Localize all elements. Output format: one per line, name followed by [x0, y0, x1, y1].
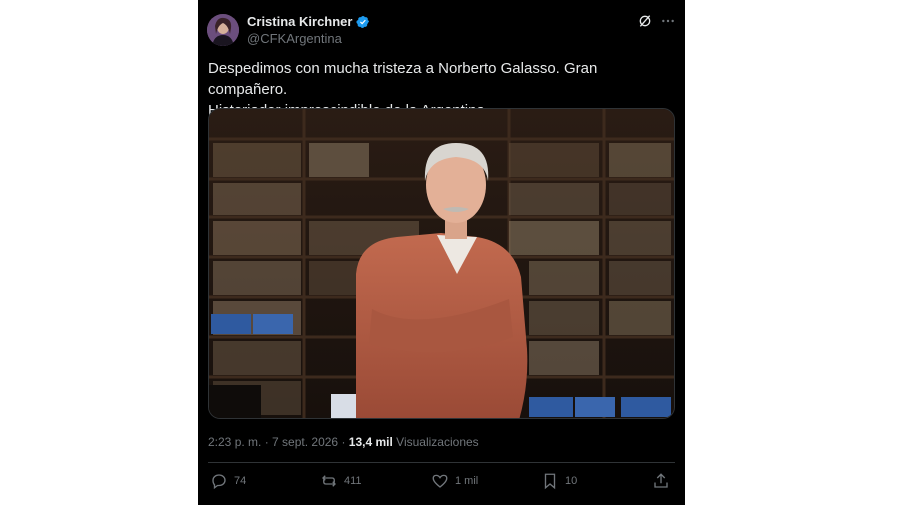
heart-icon	[432, 474, 448, 488]
author-name[interactable]: Cristina Kirchner	[247, 14, 370, 29]
more-options-icon[interactable]	[660, 13, 676, 29]
avatar[interactable]	[207, 14, 239, 46]
reply-icon	[212, 474, 226, 490]
views-label: Visualizaciones	[396, 435, 479, 449]
divider	[208, 462, 675, 463]
like-button[interactable]: 1 mil	[431, 472, 478, 490]
tweet-photo[interactable]	[208, 108, 675, 419]
photo-scene	[209, 109, 674, 418]
tweet-date[interactable]: 7 sept. 2026	[272, 435, 338, 449]
tweet-card: Cristina Kirchner @CFKArgentina Despedim…	[198, 0, 685, 505]
meta-separator: ·	[261, 435, 273, 449]
like-count: 1 mil	[455, 475, 479, 487]
retweet-button[interactable]: 411	[320, 472, 362, 490]
bookmark-icon	[544, 473, 556, 490]
bookmark-count: 10	[565, 475, 578, 487]
reply-count: 74	[234, 475, 247, 487]
views-count: 13,4 mil	[348, 435, 393, 449]
grok-icon[interactable]	[637, 13, 653, 29]
tweet-actions: 74 411 1 mil 10	[208, 472, 675, 496]
meta-separator: ·	[341, 435, 349, 449]
verified-badge-icon	[356, 15, 370, 28]
tweet-text-line: Despedimos con mucha tristeza a Norberto…	[208, 60, 598, 98]
author-name-text[interactable]: Cristina Kirchner	[247, 14, 352, 29]
share-button[interactable]	[652, 472, 670, 490]
retweet-count: 411	[344, 475, 362, 487]
bookmark-button[interactable]: 10	[541, 472, 577, 490]
tweet-time[interactable]: 2:23 p. m.	[208, 435, 261, 449]
retweet-icon	[322, 475, 336, 487]
author-handle[interactable]: @CFKArgentina	[247, 31, 342, 46]
reply-button[interactable]: 74	[210, 472, 246, 490]
share-icon	[654, 473, 668, 488]
tweet-meta: 2:23 p. m. · 7 sept. 2026 · 13,4 mil Vis…	[208, 435, 479, 449]
